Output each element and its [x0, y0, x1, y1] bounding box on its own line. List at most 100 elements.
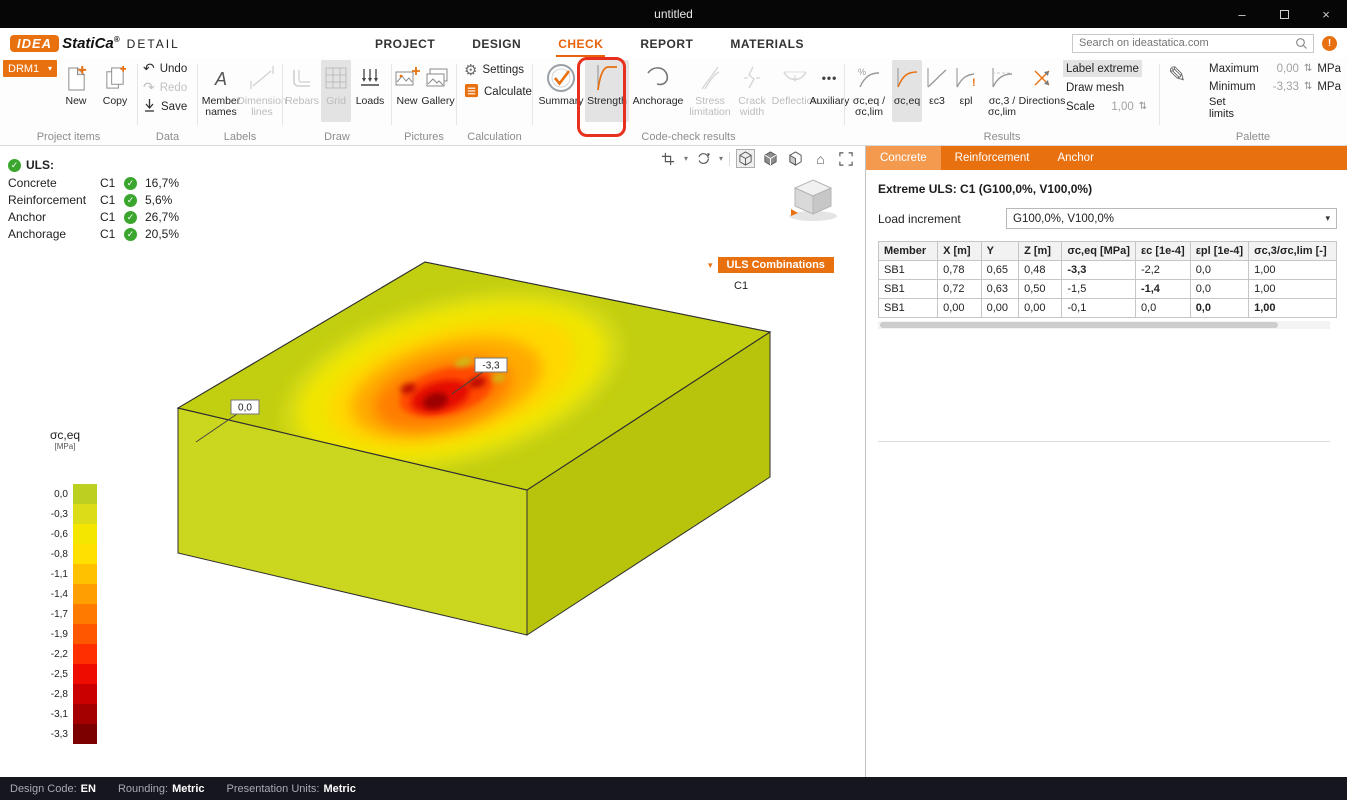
table-cell: 0,72 — [938, 280, 982, 299]
view-solid-icon[interactable] — [761, 149, 780, 168]
maximum-value[interactable]: 0,00 — [1265, 63, 1299, 75]
table-cell: 0,78 — [938, 261, 982, 280]
minimum-spinner[interactable]: ⇅ — [1304, 81, 1312, 92]
orbit-dropdown[interactable]: ▾ — [719, 154, 723, 163]
panel-tab-concrete[interactable]: Concrete — [866, 146, 941, 170]
calculate-button[interactable]: Calculate — [461, 83, 535, 100]
epsilon-pl-result-button[interactable]: ! εpl — [952, 60, 980, 122]
account-icon[interactable]: ! — [1322, 36, 1337, 51]
new-picture-button[interactable]: New — [393, 60, 421, 122]
minimum-value[interactable]: -3,33 — [1265, 81, 1299, 93]
directions-button[interactable]: Directions — [1024, 60, 1060, 122]
viewport-3d[interactable]: 0,0 -3,3 ▾ ▾ ⌂ — [0, 146, 866, 777]
panel-tab-reinforcement[interactable]: Reinforcement — [941, 146, 1044, 170]
group-caption: Draw — [283, 131, 391, 143]
edit-palette-button[interactable]: ✎ — [1168, 62, 1186, 88]
table-cell: 0,00 — [938, 299, 982, 318]
uls-summary-row: ReinforcementC1✓5,6% — [8, 193, 179, 207]
view-wireframe-icon[interactable] — [736, 149, 755, 168]
anchorage-button[interactable]: Anchorage — [631, 60, 685, 122]
search-input[interactable] — [1079, 37, 1295, 49]
table-cell: 0,50 — [1019, 280, 1062, 299]
chevron-down-icon: ▾ — [1325, 213, 1330, 224]
close-button[interactable]: × — [1305, 0, 1347, 28]
table-row[interactable]: SB10,000,000,00-0,10,00,01,00 — [879, 299, 1337, 318]
new-project-item-button[interactable]: New — [58, 60, 94, 122]
table-row[interactable]: SB10,720,630,50-1,5-1,40,01,00 — [879, 280, 1337, 299]
utilization-result-button[interactable]: % σc,eq / σc,lim — [847, 60, 891, 122]
color-scale-row: 0,0 — [36, 484, 97, 504]
orbit-icon[interactable] — [694, 149, 713, 168]
strength-curve-icon — [594, 62, 620, 94]
ellipsis-icon: ••• — [822, 62, 838, 94]
home-view-icon[interactable]: ⌂ — [811, 149, 830, 168]
menu-tab-check[interactable]: CHECK — [556, 30, 605, 57]
section-cut-dropdown[interactable]: ▾ — [684, 154, 688, 163]
combination-item-c1[interactable]: C1 — [734, 280, 834, 292]
maximum-spinner[interactable]: ⇅ — [1304, 63, 1312, 74]
loads-button[interactable]: Loads — [353, 60, 387, 122]
draw-mesh-toggle[interactable]: Draw mesh — [1063, 79, 1127, 96]
navigation-cube[interactable] — [783, 172, 847, 224]
menu-tab-project[interactable]: PROJECT — [373, 30, 437, 57]
color-scale-row: -3,1 — [36, 704, 97, 724]
table-horizontal-scrollbar[interactable] — [878, 321, 1330, 329]
uls-summary-title-row: ✓ ULS: — [8, 158, 179, 172]
stress-curve-icon — [895, 62, 919, 94]
color-scale-value: -2,5 — [36, 669, 68, 680]
view-transparent-icon[interactable] — [786, 149, 805, 168]
epsilon-c3-result-button[interactable]: εc3 — [923, 60, 951, 122]
label-extreme-toggle[interactable]: Label extreme — [1063, 60, 1142, 77]
rebars-button[interactable]: Rebars — [285, 60, 319, 122]
stress-limitation-button[interactable]: Stress limitation — [687, 60, 733, 122]
scrollbar-thumb[interactable] — [880, 322, 1278, 328]
scale-spinner[interactable]: ⇅ — [1139, 101, 1147, 112]
save-button[interactable]: Save — [140, 98, 190, 115]
minimize-icon: – — [1238, 7, 1245, 22]
copy-project-item-button[interactable]: Copy — [96, 60, 134, 122]
table-row[interactable]: SB10,780,650,48-3,3-2,20,01,00 — [879, 261, 1337, 280]
table-cell: 0,48 — [1019, 261, 1062, 280]
uls-row-combo: C1 — [100, 227, 124, 241]
gallery-button[interactable]: Gallery — [421, 60, 455, 122]
color-scale-value: -1,4 — [36, 589, 68, 600]
table-header: σc,3/σc,lim [-] — [1249, 242, 1337, 261]
project-item-selector[interactable]: DRM1 ▾ — [3, 60, 57, 77]
panel-tab-anchor[interactable]: Anchor — [1043, 146, 1107, 170]
table-cell: -2,2 — [1135, 261, 1190, 280]
menu-tab-report[interactable]: REPORT — [638, 30, 695, 57]
sigma-c3-result-button[interactable]: σc,3 / σc,lim — [981, 60, 1023, 122]
auxiliary-button[interactable]: ••• Auxiliary — [816, 60, 843, 122]
crack-width-button[interactable]: Crack width — [733, 60, 771, 122]
section-cut-icon[interactable] — [659, 149, 678, 168]
table-cell: 1,00 — [1249, 299, 1337, 318]
load-increment-select[interactable]: G100,0%, V100,0% ▾ — [1006, 208, 1337, 229]
color-scale-unit: [MPa] — [36, 442, 94, 451]
table-cell: 0,0 — [1190, 299, 1248, 318]
combinations-panel: ▾ ULS Combinations C1 — [708, 257, 834, 292]
menu-tab-design[interactable]: DESIGN — [470, 30, 523, 57]
strength-button[interactable]: Strength — [585, 60, 629, 122]
dimension-lines-button[interactable]: Dimension lines — [242, 60, 282, 122]
summary-button[interactable]: Summary — [537, 60, 585, 122]
redo-button[interactable]: ↷ Redo — [140, 79, 190, 96]
grid-button[interactable]: Grid — [321, 60, 351, 122]
fullscreen-icon[interactable] — [836, 149, 855, 168]
undo-button[interactable]: ↶ Undo — [140, 60, 190, 77]
set-limits-button[interactable]: Set limits — [1209, 96, 1247, 120]
sigma-ceq-result-button[interactable]: σc,eq — [892, 60, 922, 122]
menu-tab-materials[interactable]: MATERIALS — [728, 30, 806, 57]
restore-button[interactable] — [1263, 0, 1305, 28]
ribbon-group-pictures: New Gallery Pictures — [392, 58, 456, 146]
combinations-label: ULS Combinations — [718, 257, 834, 273]
minimize-button[interactable]: – — [1221, 0, 1263, 28]
color-scale-row: -0,8 — [36, 544, 97, 564]
color-scale-row: -1,7 — [36, 604, 97, 624]
status-value: Metric — [172, 783, 204, 795]
deflection-button[interactable]: Deflection — [773, 60, 817, 122]
combinations-header[interactable]: ▾ ULS Combinations — [708, 257, 834, 273]
ribbon-group-code-check-results: Summary Strength Anchorage Stress limita… — [533, 58, 844, 146]
scale-value[interactable]: 1,00 — [1100, 101, 1134, 113]
settings-button[interactable]: ⚙ Settings — [461, 61, 527, 78]
search-box[interactable] — [1072, 34, 1314, 53]
